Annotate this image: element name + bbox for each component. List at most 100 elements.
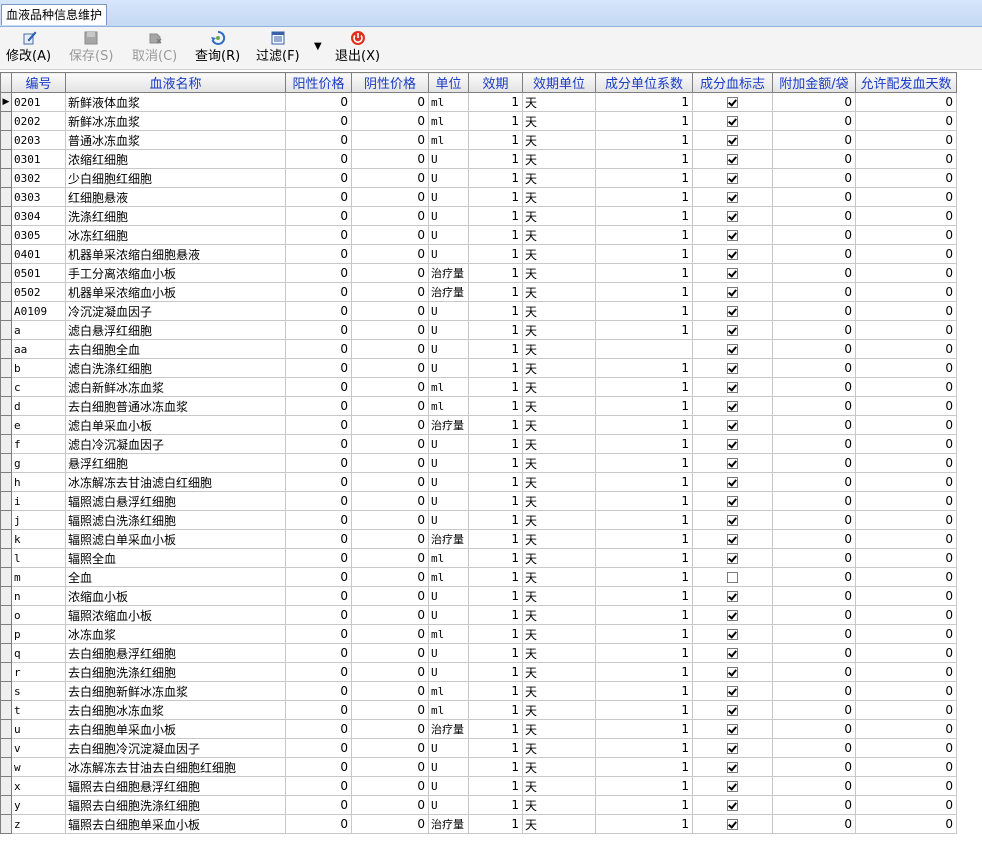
cell-extra-amount[interactable]: 0 [772,624,856,644]
row-indicator[interactable] [0,814,12,834]
cell-unit[interactable]: U [428,738,469,758]
component-flag-checkbox[interactable] [727,553,738,564]
component-flag-checkbox[interactable] [727,610,738,621]
cell-unit[interactable]: ml [428,567,469,587]
cell-extra-amount[interactable]: 0 [772,529,856,549]
cell-component-coefficient[interactable]: 1 [595,510,693,530]
cell-expiry-unit[interactable]: 天 [522,339,596,359]
cell-component-coefficient[interactable]: 1 [595,301,693,321]
cell-component-flag[interactable] [692,415,773,435]
cell-component-coefficient[interactable]: 1 [595,472,693,492]
cell-allowed-days[interactable]: 0 [855,168,957,188]
cell-negative-price[interactable]: 0 [351,700,429,720]
row-indicator[interactable] [0,700,12,720]
cell-name[interactable]: 滤白单采血小板 [65,415,286,435]
cell-allowed-days[interactable]: 0 [855,415,957,435]
cell-name[interactable]: 全血 [65,567,286,587]
cell-expiry[interactable]: 1 [468,472,523,492]
cell-component-flag[interactable] [692,244,773,264]
cell-component-flag[interactable] [692,510,773,530]
table-row[interactable]: u 去白细胞单采血小板 0 0 治疗量 1 天 1 0 0 [0,719,957,739]
cell-component-coefficient[interactable]: 1 [595,605,693,625]
cell-name[interactable]: 红细胞悬液 [65,187,286,207]
row-indicator[interactable] [0,225,12,245]
cell-code[interactable]: m [11,567,66,587]
cell-component-flag[interactable] [692,643,773,663]
cell-code[interactable]: f [11,434,66,454]
cell-code[interactable]: s [11,681,66,701]
cell-expiry-unit[interactable]: 天 [522,187,596,207]
cell-extra-amount[interactable]: 0 [772,168,856,188]
cell-component-flag[interactable] [692,605,773,625]
table-row[interactable]: 0305 冰冻红细胞 0 0 U 1 天 1 0 0 [0,225,957,245]
table-row[interactable]: 0502 机器单采浓缩血小板 0 0 治疗量 1 天 1 0 0 [0,282,957,302]
cell-negative-price[interactable]: 0 [351,358,429,378]
cell-name[interactable]: 去白细胞冰冻血浆 [65,700,286,720]
component-flag-checkbox[interactable] [727,572,738,583]
cell-code[interactable]: h [11,472,66,492]
row-indicator[interactable] [0,434,12,454]
table-row[interactable]: 0401 机器单采浓缩白细胞悬液 0 0 U 1 天 1 0 0 [0,244,957,264]
row-indicator[interactable] [0,358,12,378]
component-flag-checkbox[interactable] [727,154,738,165]
filter-button[interactable]: 过滤(F) [256,30,300,68]
cell-expiry[interactable]: 1 [468,282,523,302]
cell-component-flag[interactable] [692,434,773,454]
cell-expiry-unit[interactable]: 天 [522,111,596,131]
cell-expiry-unit[interactable]: 天 [522,453,596,473]
cell-name[interactable]: 辐照去白细胞单采血小板 [65,814,286,834]
cell-expiry[interactable]: 1 [468,206,523,226]
cell-allowed-days[interactable]: 0 [855,244,957,264]
cell-component-coefficient[interactable]: 1 [595,795,693,815]
column-header-component-coefficient[interactable]: 成分单位系数 [595,72,693,93]
component-flag-checkbox[interactable] [727,173,738,184]
cell-negative-price[interactable]: 0 [351,301,429,321]
cell-unit[interactable]: ml [428,396,469,416]
cell-unit[interactable]: U [428,795,469,815]
cell-name[interactable]: 去白细胞悬浮红细胞 [65,643,286,663]
cell-expiry[interactable]: 1 [468,130,523,150]
component-flag-checkbox[interactable] [727,230,738,241]
cell-expiry[interactable]: 1 [468,396,523,416]
cell-negative-price[interactable]: 0 [351,814,429,834]
cell-negative-price[interactable]: 0 [351,738,429,758]
cell-expiry[interactable]: 1 [468,415,523,435]
cell-expiry-unit[interactable]: 天 [522,320,596,340]
cell-unit[interactable]: 治疗量 [428,529,469,549]
cell-component-flag[interactable] [692,814,773,834]
cell-positive-price[interactable]: 0 [285,415,352,435]
cell-extra-amount[interactable]: 0 [772,187,856,207]
cell-expiry-unit[interactable]: 天 [522,434,596,454]
component-flag-checkbox[interactable] [727,135,738,146]
cell-positive-price[interactable]: 0 [285,491,352,511]
component-flag-checkbox[interactable] [727,800,738,811]
cell-expiry[interactable]: 1 [468,111,523,131]
component-flag-checkbox[interactable] [727,705,738,716]
cell-positive-price[interactable]: 0 [285,738,352,758]
cell-code[interactable]: 0401 [11,244,66,264]
row-indicator[interactable] [0,415,12,435]
cell-positive-price[interactable]: 0 [285,548,352,568]
cell-positive-price[interactable]: 0 [285,396,352,416]
cell-component-coefficient[interactable]: 1 [595,92,693,112]
cell-component-coefficient[interactable]: 1 [595,206,693,226]
cell-positive-price[interactable]: 0 [285,244,352,264]
cell-component-coefficient[interactable]: 1 [595,700,693,720]
cell-extra-amount[interactable]: 0 [772,491,856,511]
cell-code[interactable]: j [11,510,66,530]
cell-code[interactable]: a [11,320,66,340]
cell-extra-amount[interactable]: 0 [772,472,856,492]
cell-expiry-unit[interactable]: 天 [522,244,596,264]
cell-allowed-days[interactable]: 0 [855,776,957,796]
component-flag-checkbox[interactable] [727,401,738,412]
cell-unit[interactable]: ml [428,130,469,150]
cell-code[interactable]: 0202 [11,111,66,131]
cell-expiry-unit[interactable]: 天 [522,149,596,169]
cell-name[interactable]: 辐照去白细胞洗涤红细胞 [65,795,286,815]
cell-unit[interactable]: U [428,206,469,226]
cell-component-flag[interactable] [692,301,773,321]
cell-name[interactable]: 去白细胞冷沉淀凝血因子 [65,738,286,758]
cell-allowed-days[interactable]: 0 [855,282,957,302]
cell-negative-price[interactable]: 0 [351,491,429,511]
cell-positive-price[interactable]: 0 [285,434,352,454]
